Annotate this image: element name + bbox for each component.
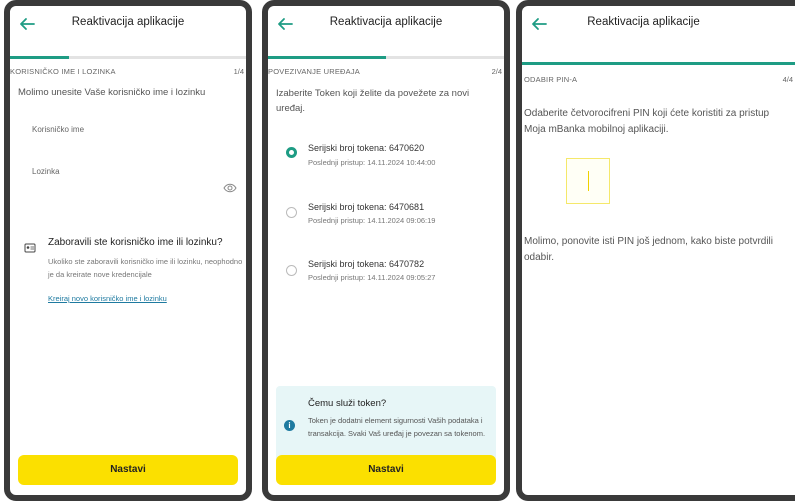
repeat-pin-text: Molimo, ponovite isti PIN još jednom, ka… [524,236,773,263]
step-label: KORISNIČKO IME I LOZINKA [10,67,116,76]
token-radio-1[interactable] [286,147,297,158]
screen-username-password: Reaktivacija aplikacije KORISNIČKO IME I… [4,0,252,501]
text-cursor [588,171,589,191]
screen-device-linking: Reaktivacija aplikacije POVEZIVANJE UREĐ… [262,0,510,501]
progress-bar [10,56,246,59]
forgot-title: Zaboravili ste korisničko ime ili lozink… [48,237,223,248]
password-field[interactable]: Lozinka [32,167,60,176]
instruction-text: Odaberite četvorocifreni PIN koji ćete k… [524,108,770,135]
info-title: Čemu služi token? [308,398,387,409]
progress-fill [10,56,69,59]
token-title: Serijski broj tokena: 6470681 [308,202,425,212]
progress-fill [522,62,795,65]
step-count: 4/4 [782,75,793,84]
header: Reaktivacija aplikacije [10,6,246,50]
eye-icon[interactable] [223,181,237,193]
token-title: Serijski broj tokena: 6470782 [308,259,425,269]
progress-bar [522,62,795,65]
step-count: 2/4 [491,67,502,76]
forgot-text: Ukoliko ste zaboravili korisničko ime il… [48,257,243,279]
pin-input[interactable] [566,158,610,204]
info-icon: i [284,420,295,431]
instruction-text: Izaberite Token koji želite da povežete … [276,88,470,114]
token-radio-3[interactable] [286,265,297,276]
screen-pin-selection: Reaktivacija aplikacije ODABIR PIN-A 4/4… [516,0,795,501]
step-label: ODABIR PIN-A [524,75,578,84]
token-title: Serijski broj tokena: 6470620 [308,143,425,153]
continue-button[interactable]: Nastavi [276,455,496,485]
token-radio-2[interactable] [286,207,297,218]
page-title: Reaktivacija aplikacije [587,16,700,28]
page-title: Reaktivacija aplikacije [71,16,185,28]
create-credentials-link[interactable]: Kreiraj novo korisničko ime i lozinku [48,294,167,303]
username-field[interactable]: Korisničko ime [32,125,84,134]
info-box: i Čemu služi token? Token je dodatni ele… [276,386,496,466]
page-title: Reaktivacija aplikacije [329,16,443,28]
header: Reaktivacija aplikacije [522,6,795,50]
step-label: POVEZIVANJE UREĐAJA [268,67,361,76]
header: Reaktivacija aplikacije [268,6,504,50]
token-last-access: Poslednji pristup: 14.11.2024 09:05:27 [308,273,436,282]
token-last-access: Poslednji pristup: 14.11.2024 09:06:19 [308,216,436,225]
continue-button[interactable]: Nastavi [18,455,238,485]
token-last-access: Poslednji pristup: 14.11.2024 10:44:00 [308,158,436,167]
instruction-text: Molimo unesite Vaše korisničko ime i loz… [18,87,206,98]
progress-fill [268,56,386,59]
info-text: Token je dodatni element sigurnosti Vaši… [308,416,486,438]
step-count: 1/4 [233,67,244,76]
progress-bar [268,56,504,59]
id-card-icon [24,240,36,253]
